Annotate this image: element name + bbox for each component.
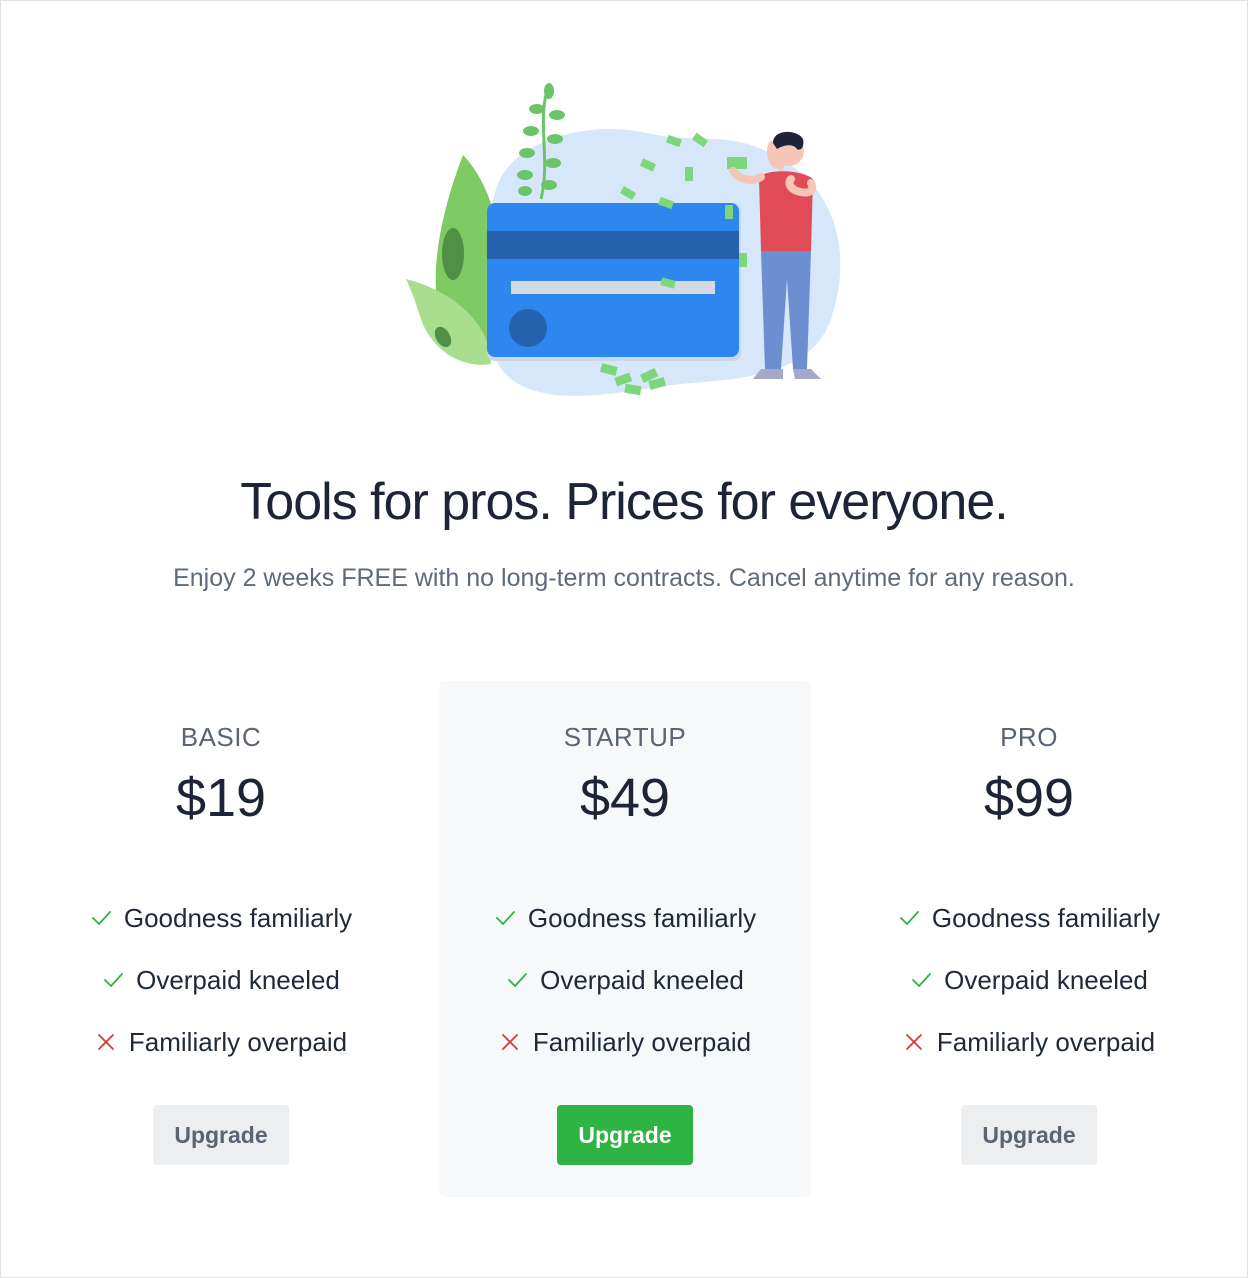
hero-illustration bbox=[401, 79, 851, 409]
plan-card-startup: STARTUP $49 Goodness familiarly Overpaid… bbox=[439, 681, 811, 1197]
feature-item: Overpaid kneeled bbox=[439, 949, 811, 1011]
feature-label: Familiarly overpaid bbox=[936, 1027, 1156, 1057]
page-title: Tools for pros. Prices for everyone. bbox=[240, 473, 1008, 531]
plan-name: BASIC bbox=[180, 722, 262, 752]
check-icon bbox=[494, 907, 516, 929]
feature-item: Goodness familiarly bbox=[843, 887, 1215, 949]
upgrade-button-basic[interactable]: Upgrade bbox=[153, 1105, 289, 1165]
feature-label: Goodness familiarly bbox=[931, 903, 1161, 933]
check-icon bbox=[506, 969, 528, 991]
plan-price: $19 bbox=[175, 768, 267, 828]
check-icon bbox=[910, 969, 932, 991]
feature-item: Overpaid kneeled bbox=[35, 949, 407, 1011]
feature-label: Goodness familiarly bbox=[123, 903, 353, 933]
upgrade-button-startup[interactable]: Upgrade bbox=[557, 1105, 693, 1165]
feature-item: Goodness familiarly bbox=[35, 887, 407, 949]
cross-icon bbox=[903, 1031, 925, 1053]
feature-item: Familiarly overpaid bbox=[439, 1011, 811, 1073]
feature-label: Familiarly overpaid bbox=[128, 1027, 348, 1057]
plan-card-pro: PRO $99 Goodness familiarly Overpaid kne… bbox=[843, 681, 1215, 1197]
feature-list: Goodness familiarly Overpaid kneeled Fam… bbox=[439, 887, 811, 1073]
feature-item: Familiarly overpaid bbox=[35, 1011, 407, 1073]
feature-label: Overpaid kneeled bbox=[540, 965, 744, 995]
check-icon bbox=[898, 907, 920, 929]
plan-name: PRO bbox=[1000, 722, 1058, 752]
cross-icon bbox=[95, 1031, 117, 1053]
feature-item: Familiarly overpaid bbox=[843, 1011, 1215, 1073]
plan-name: STARTUP bbox=[563, 722, 687, 752]
feature-item: Goodness familiarly bbox=[439, 887, 811, 949]
feature-label: Overpaid kneeled bbox=[136, 965, 340, 995]
pricing-page: Tools for pros. Prices for everyone. Enj… bbox=[0, 0, 1248, 1278]
feature-list: Goodness familiarly Overpaid kneeled Fam… bbox=[35, 887, 407, 1073]
page-subtitle: Enjoy 2 weeks FREE with no long-term con… bbox=[173, 564, 1075, 592]
pricing-plans: BASIC $19 Goodness familiarly Overpaid k… bbox=[1, 681, 1247, 1197]
cross-icon bbox=[499, 1031, 521, 1053]
feature-label: Overpaid kneeled bbox=[944, 965, 1148, 995]
feature-label: Familiarly overpaid bbox=[532, 1027, 752, 1057]
check-icon bbox=[102, 969, 124, 991]
plan-price: $99 bbox=[983, 768, 1075, 828]
credit-card-illustration-icon bbox=[406, 83, 841, 396]
upgrade-button-pro[interactable]: Upgrade bbox=[961, 1105, 1097, 1165]
plan-price: $49 bbox=[579, 768, 671, 828]
plan-card-basic: BASIC $19 Goodness familiarly Overpaid k… bbox=[35, 681, 407, 1197]
feature-label: Goodness familiarly bbox=[527, 903, 757, 933]
feature-list: Goodness familiarly Overpaid kneeled Fam… bbox=[843, 887, 1215, 1073]
feature-item: Overpaid kneeled bbox=[843, 949, 1215, 1011]
check-icon bbox=[90, 907, 112, 929]
